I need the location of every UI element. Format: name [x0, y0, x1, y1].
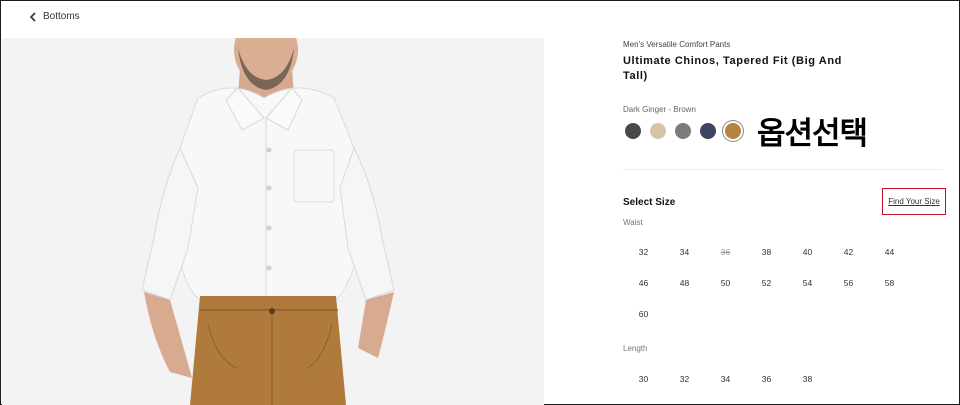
length-size-grid: 30 32 34 36 38 — [623, 363, 910, 394]
find-your-size-highlight: Find Your Size — [882, 188, 946, 215]
length-size-option[interactable]: 32 — [664, 363, 705, 394]
divider — [623, 169, 943, 170]
chevron-left-icon — [29, 11, 36, 22]
waist-size-option[interactable]: 50 — [705, 267, 746, 298]
product-subtitle: Men's Versatile Comfort Pants — [623, 40, 731, 49]
color-swatch-dark-ginger[interactable] — [725, 123, 741, 139]
product-title: Ultimate Chinos, Tapered Fit (Big And Ta… — [623, 55, 842, 82]
size-heading: Select Size — [623, 197, 676, 208]
waist-size-option[interactable]: 58 — [869, 267, 910, 298]
waist-size-option[interactable]: 36 — [705, 236, 746, 267]
back-link-label: Bottoms — [43, 11, 80, 22]
color-swatch-navy[interactable] — [700, 123, 716, 139]
back-link[interactable]: Bottoms — [29, 11, 80, 22]
waist-size-option[interactable]: 56 — [828, 267, 869, 298]
option-select-annotation: 옵션선택 — [757, 116, 868, 152]
product-info-panel: Men's Versatile Comfort Pants Ultimate C… — [623, 1, 953, 405]
waist-size-option[interactable]: 32 — [623, 236, 664, 267]
length-size-option[interactable]: 36 — [746, 363, 787, 394]
waist-size-option[interactable]: 34 — [664, 236, 705, 267]
length-label: Length — [623, 344, 648, 353]
waist-size-option[interactable]: 60 — [623, 298, 664, 329]
waist-size-option[interactable]: 48 — [664, 267, 705, 298]
color-swatch-grey[interactable] — [675, 123, 691, 139]
length-size-option[interactable]: 34 — [705, 363, 746, 394]
waist-size-option[interactable]: 44 — [869, 236, 910, 267]
length-size-option[interactable]: 30 — [623, 363, 664, 394]
waist-size-option[interactable]: 42 — [828, 236, 869, 267]
color-swatch-khaki[interactable] — [650, 123, 666, 139]
waist-size-option[interactable]: 46 — [623, 267, 664, 298]
color-swatches — [625, 123, 741, 139]
length-size-option[interactable]: 38 — [787, 363, 828, 394]
waist-size-option[interactable]: 52 — [746, 267, 787, 298]
waist-size-option[interactable]: 54 — [787, 267, 828, 298]
waist-size-grid: 32 34 36 38 40 42 44 46 48 50 52 54 56 58 60 — [623, 236, 910, 329]
model-illustration — [141, 38, 395, 405]
product-image — [2, 38, 544, 405]
waist-size-option[interactable]: 40 — [787, 236, 828, 267]
page-frame: Bottoms Men's Versatile Comfort Pants Ul… — [0, 0, 960, 405]
waist-size-option[interactable]: 38 — [746, 236, 787, 267]
find-your-size-link[interactable]: Find Your Size — [888, 197, 940, 206]
color-swatch-charcoal[interactable] — [625, 123, 641, 139]
selected-color-name: Dark Ginger - Brown — [623, 105, 696, 114]
waist-label: Waist — [623, 218, 643, 227]
